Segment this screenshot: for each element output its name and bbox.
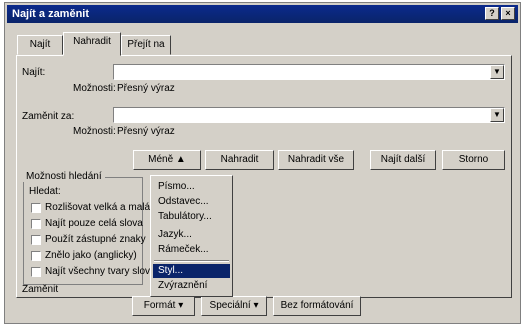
title-bar: Najít a zaměnit ? × — [7, 5, 518, 23]
find-options-label: Možnosti: — [73, 83, 116, 94]
replace-options-value: Přesný výraz — [117, 126, 175, 137]
chevron-down-icon[interactable]: ▼ — [490, 65, 504, 79]
find-combobox[interactable]: ▼ — [113, 64, 505, 80]
menu-item-language[interactable]: Jazyk... — [153, 228, 230, 242]
whole-words-label: Najít pouze celá slova — [45, 218, 143, 229]
tab-replace[interactable]: Nahradit — [63, 32, 121, 56]
wildcards-checkbox[interactable] — [31, 235, 41, 245]
word-forms-checkbox[interactable] — [31, 267, 41, 277]
less-button[interactable]: Méně ▲ — [133, 150, 201, 170]
sounds-like-checkbox[interactable] — [31, 251, 41, 261]
help-button[interactable]: ? — [485, 7, 499, 20]
format-menu: Písmo... Odstavec... Tabulátory... Jazyk… — [150, 175, 233, 297]
replace-combobox[interactable]: ▼ — [113, 107, 505, 123]
match-case-label: Rozlišovat velká a malá — [45, 202, 151, 213]
replace-button[interactable]: Nahradit — [205, 150, 274, 170]
menu-item-style[interactable]: Styl... — [153, 264, 230, 278]
replace-section-label: Zaměnit — [22, 284, 59, 295]
menu-separator — [154, 260, 229, 262]
replace-label: Zaměnit za: — [22, 111, 75, 122]
tab-goto[interactable]: Přejít na — [121, 35, 171, 55]
window-title: Najít a zaměnit — [12, 8, 90, 20]
format-button[interactable]: Formát ▾ — [132, 296, 195, 316]
find-options-value: Přesný výraz — [117, 83, 175, 94]
word-forms-label: Najít všechny tvary slova — [45, 266, 156, 277]
replace-all-button[interactable]: Nahradit vše — [278, 150, 354, 170]
match-case-checkbox[interactable] — [31, 203, 41, 213]
find-replace-dialog: Najít a zaměnit ? × Najít Nahradit Přejí… — [4, 2, 521, 324]
sounds-like-label: Znělo jako (anglicky) — [45, 250, 137, 261]
wildcards-label: Použít zástupné znaky — [45, 234, 146, 245]
close-button[interactable]: × — [501, 7, 515, 20]
search-options-title: Možnosti hledání — [23, 171, 105, 182]
chevron-down-icon[interactable]: ▼ — [490, 108, 504, 122]
special-button[interactable]: Speciální ▾ — [201, 296, 267, 316]
menu-item-font[interactable]: Písmo... — [153, 180, 230, 194]
no-formatting-button[interactable]: Bez formátování — [273, 296, 361, 316]
cancel-button[interactable]: Storno — [442, 150, 505, 170]
menu-item-frame[interactable]: Rámeček... — [153, 243, 230, 257]
menu-item-paragraph[interactable]: Odstavec... — [153, 195, 230, 209]
whole-words-checkbox[interactable] — [31, 219, 41, 229]
tab-find[interactable]: Najít — [17, 35, 63, 55]
find-label: Najít: — [22, 67, 46, 78]
search-direction-label: Hledat: — [29, 186, 61, 197]
menu-item-tabs[interactable]: Tabulátory... — [153, 210, 230, 224]
menu-item-highlight[interactable]: Zvýraznění — [153, 279, 230, 293]
replace-options-label: Možnosti: — [73, 126, 116, 137]
find-next-button[interactable]: Najít další — [370, 150, 436, 170]
